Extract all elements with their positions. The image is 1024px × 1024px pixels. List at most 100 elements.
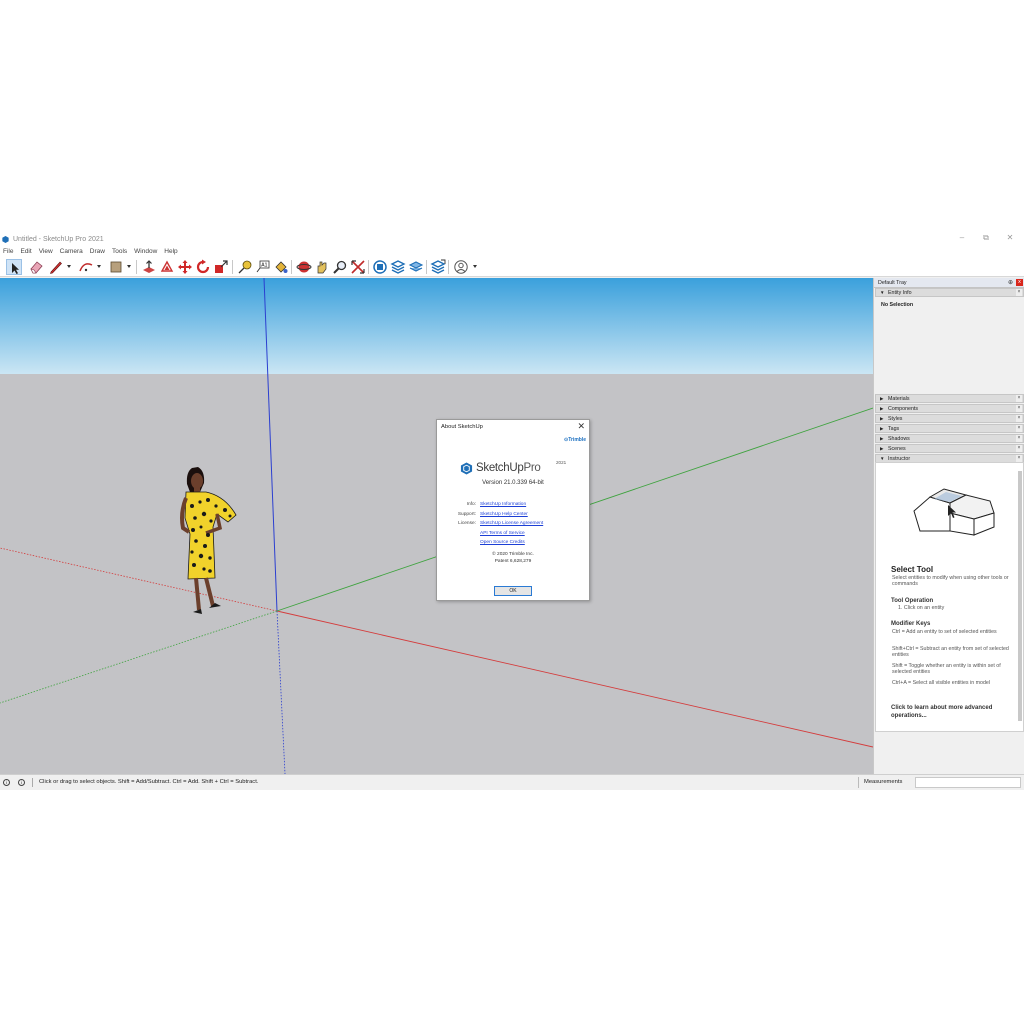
- close-icon[interactable]: ×: [1016, 395, 1022, 402]
- paint-bucket-icon[interactable]: [273, 259, 289, 275]
- toolbar-separator: [232, 260, 233, 274]
- modifier-ctrl: Ctrl = Add an entity to set of selected …: [892, 629, 997, 635]
- menu-view[interactable]: View: [39, 248, 53, 255]
- menu-edit[interactable]: Edit: [20, 248, 31, 255]
- chevron-down-icon[interactable]: [473, 265, 477, 268]
- license-label: License:: [458, 521, 476, 526]
- push-pull-icon[interactable]: [141, 259, 157, 275]
- brand-product: SketchUp: [476, 462, 524, 474]
- eraser-icon[interactable]: [28, 259, 44, 275]
- 3d-viewport[interactable]: About SketchUp ✕ ⊙Trimble SketchUpPro 20…: [0, 278, 873, 774]
- menu-file[interactable]: File: [3, 248, 13, 255]
- tray-title-text: Default Tray: [878, 280, 907, 286]
- measurements-label: Measurements: [864, 779, 903, 785]
- chevron-down-icon[interactable]: [97, 265, 101, 268]
- tool-operation-step: 1. Click on an entity: [898, 605, 945, 611]
- credits-icon[interactable]: i: [18, 779, 25, 786]
- patent-text: Patent 6,628,279: [494, 559, 532, 564]
- offset-icon[interactable]: [159, 259, 175, 275]
- pencil-line-icon[interactable]: [48, 259, 64, 275]
- zoom-icon[interactable]: [332, 259, 348, 275]
- collapsed-arrow-icon: ▶: [880, 406, 884, 411]
- move-icon[interactable]: [177, 259, 193, 275]
- chevron-down-icon[interactable]: [67, 265, 71, 268]
- instructor-description: Select entities to modify when using oth…: [892, 575, 1009, 588]
- menu-help[interactable]: Help: [164, 248, 177, 255]
- info-link[interactable]: SketchUp Information: [480, 502, 526, 507]
- svg-text:A1: A1: [261, 263, 267, 269]
- extension-warehouse-icon[interactable]: [390, 259, 406, 275]
- pin-icon[interactable]: ⊕: [1008, 278, 1013, 288]
- brand-year: 2021: [556, 460, 567, 465]
- account-icon[interactable]: [453, 259, 469, 275]
- geo-location-icon[interactable]: i: [3, 779, 10, 786]
- close-window-button[interactable]: ✕: [1000, 233, 1020, 242]
- panel-label: Shadows: [888, 436, 910, 442]
- rectangle-icon[interactable]: [108, 259, 124, 275]
- close-icon[interactable]: ×: [1016, 415, 1022, 422]
- panel-label: Materials: [888, 396, 910, 402]
- close-icon[interactable]: ✕: [577, 421, 585, 432]
- collapsed-arrow-icon: ▶: [880, 446, 884, 451]
- panel-label: Tags: [888, 426, 900, 432]
- select-icon[interactable]: [6, 259, 22, 275]
- zoom-extents-icon[interactable]: [350, 259, 366, 275]
- close-icon[interactable]: ×: [1016, 425, 1022, 432]
- ok-button[interactable]: OK: [494, 586, 532, 596]
- menu-camera[interactable]: Camera: [60, 248, 83, 255]
- pan-icon[interactable]: [314, 259, 330, 275]
- learn-more-link[interactable]: Click to learn about more advanced opera…: [891, 705, 1001, 720]
- close-icon[interactable]: ×: [1016, 289, 1022, 296]
- close-icon[interactable]: ×: [1016, 405, 1022, 412]
- about-dialog: About SketchUp ✕ ⊙Trimble SketchUpPro 20…: [436, 419, 590, 601]
- send-icon[interactable]: [430, 259, 446, 275]
- dialog-title: About SketchUp: [441, 424, 483, 430]
- collapsed-arrow-icon: ▶: [880, 426, 884, 431]
- scale-icon[interactable]: [213, 259, 229, 275]
- measurements-input[interactable]: [915, 777, 1021, 788]
- license-link[interactable]: SketchUp License Agreement: [480, 521, 543, 526]
- minimize-button[interactable]: –: [952, 233, 972, 242]
- rotate-icon[interactable]: [195, 259, 211, 275]
- menu-tools[interactable]: Tools: [112, 248, 127, 255]
- sketchup-brand: SketchUpPro 2021: [460, 460, 570, 477]
- panel-components[interactable]: ▶ Components ×: [875, 404, 1024, 413]
- orbit-icon[interactable]: [296, 259, 312, 275]
- layout-icon[interactable]: [408, 259, 424, 275]
- toolbar-separator: [368, 260, 369, 274]
- panel-scenes[interactable]: ▶ Scenes ×: [875, 444, 1024, 453]
- status-hint: Click or drag to select objects. Shift =…: [39, 779, 259, 785]
- panel-entity-info[interactable]: ▼ Entity Info ×: [875, 288, 1024, 297]
- tape-measure-icon[interactable]: [237, 259, 253, 275]
- close-icon[interactable]: x: [1016, 279, 1023, 286]
- menu-bar: File Edit View Camera Draw Tools Window …: [0, 246, 1024, 257]
- close-icon[interactable]: ×: [1016, 455, 1022, 462]
- panel-shadows[interactable]: ▶ Shadows ×: [875, 434, 1024, 443]
- text-icon[interactable]: A1: [255, 259, 271, 275]
- modifier-shift-ctrl: Shift+Ctrl = Subtract an entity from set…: [892, 646, 1009, 659]
- close-icon[interactable]: ×: [1016, 445, 1022, 452]
- panel-materials[interactable]: ▶ Materials ×: [875, 394, 1024, 403]
- modifier-shift: Shift = Toggle whether an entity is with…: [892, 663, 1001, 676]
- menu-draw[interactable]: Draw: [90, 248, 105, 255]
- arc-icon[interactable]: [78, 259, 94, 275]
- menu-window[interactable]: Window: [134, 248, 157, 255]
- collapsed-arrow-icon: ▶: [880, 416, 884, 421]
- copyright-text: © 2020 Trimble Inc.: [492, 552, 534, 557]
- getting-started-toolbar: A1: [0, 257, 1024, 277]
- status-bar: i i Click or drag to select objects. Shi…: [0, 774, 1024, 790]
- brand-name: SketchUpPro: [476, 462, 541, 474]
- support-link[interactable]: SketchUp Help Center: [480, 512, 528, 517]
- open-source-link[interactable]: Open Source Credits: [480, 540, 525, 545]
- close-icon[interactable]: ×: [1016, 435, 1022, 442]
- panel-label: Styles: [888, 416, 903, 422]
- chevron-down-icon[interactable]: [127, 265, 131, 268]
- house-select-illustration: [913, 488, 995, 536]
- api-terms-link[interactable]: API Terms of Service: [480, 531, 525, 536]
- warehouse-icon[interactable]: [372, 259, 388, 275]
- panel-styles[interactable]: ▶ Styles ×: [875, 414, 1024, 423]
- panel-tags[interactable]: ▶ Tags ×: [875, 424, 1024, 433]
- version-text: Version 21.0.339 64-bit: [482, 480, 544, 486]
- instructor-scrollbar[interactable]: [1018, 471, 1022, 721]
- maximize-button[interactable]: ⧉: [976, 233, 996, 243]
